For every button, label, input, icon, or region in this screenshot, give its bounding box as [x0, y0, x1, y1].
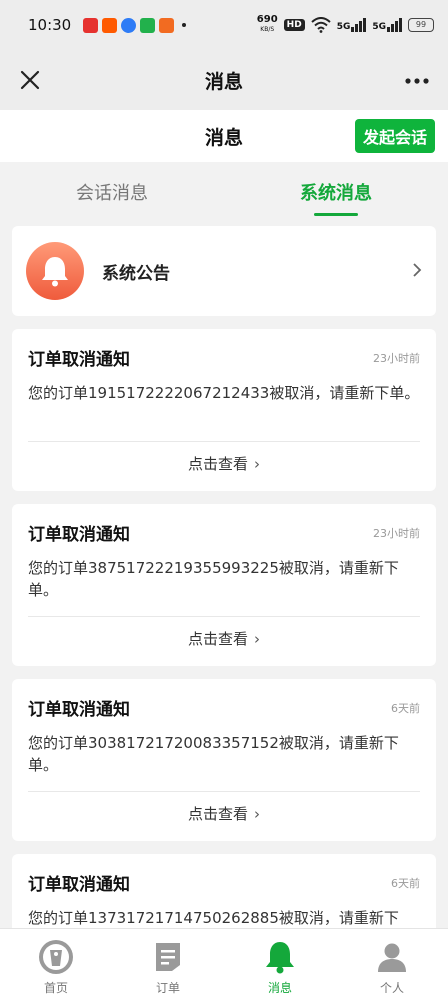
chevron-right-icon: [412, 259, 422, 283]
battery-icon: 99: [408, 18, 434, 32]
signal-icon: 5G: [372, 18, 402, 32]
tab-label: 系统消息: [300, 183, 372, 204]
notice-title: 订单取消通知: [28, 525, 130, 545]
app-notification-icon: [83, 17, 99, 33]
notice-time: 23小时前: [373, 526, 420, 540]
bottom-tab-label: 首页: [43, 981, 68, 995]
top-nav: 消息: [0, 50, 448, 110]
close-icon[interactable]: [14, 64, 46, 96]
status-time: 10:30: [28, 16, 72, 34]
notice-card: 订单取消通知 23小时前 您的订单3875172221935599322​5被取…: [12, 504, 436, 666]
notice-body: 您的订单3038172172008335715​2被取消，请重新下单。: [28, 734, 399, 774]
app-notification-icon: [121, 17, 137, 33]
page-header: 消息 发起会话: [0, 110, 448, 162]
bottom-tab-bar: 首页 订单 消息 个人: [0, 928, 448, 1000]
message-tabs: 会话消息 系统消息: [0, 162, 448, 222]
message-list: 系统公告 订单取消通知 23小时前 您的订单191517222206721243…: [12, 226, 436, 1000]
bottom-tab-label: 订单: [155, 981, 180, 995]
notice-time: 6天前: [391, 701, 420, 715]
hd-badge: HD: [283, 19, 305, 31]
status-app-icons: [83, 17, 187, 33]
view-details-link[interactable]: 点击查看 ›: [12, 628, 436, 649]
bottom-tab-messages[interactable]: 消息: [224, 929, 336, 1000]
taobao-icon: [102, 17, 118, 33]
signal-icon: 5G: [337, 18, 367, 32]
chevron-right-icon: ›: [254, 630, 260, 648]
notice-title: 订单取消通知: [28, 350, 130, 370]
divider: [28, 791, 420, 792]
view-details-link[interactable]: 点击查看 ›: [12, 803, 436, 824]
tab-system-messages[interactable]: 系统消息: [224, 162, 448, 222]
notice-time: 23小时前: [373, 351, 420, 365]
tab-chat-messages[interactable]: 会话消息: [0, 162, 224, 222]
notice-title: 订单取消通知: [28, 875, 130, 895]
notice-time: 6天前: [391, 876, 420, 890]
bottom-tab-orders[interactable]: 订单: [112, 929, 224, 1000]
view-details-link[interactable]: 点击查看 ›: [12, 453, 436, 474]
notice-body: 您的订单1915172222067212433被取消，请重新下单。: [28, 384, 420, 402]
more-icon[interactable]: [404, 66, 430, 92]
chevron-right-icon: ›: [254, 805, 260, 823]
bottom-tab-profile[interactable]: 个人: [336, 929, 448, 1000]
chevron-right-icon: ›: [254, 455, 260, 473]
network-speed-unit: KB/S: [260, 26, 275, 33]
wifi-icon: [311, 17, 331, 33]
nav-title: 消息: [204, 70, 243, 93]
network-speed: 690 KB/S: [257, 15, 278, 35]
active-tab-indicator: [314, 213, 358, 216]
notice-title: 订单取消通知: [28, 700, 130, 720]
app-notification-icon: [140, 17, 156, 33]
announcement-label: 系统公告: [102, 263, 170, 284]
notice-card: 订单取消通知 23小时前 您的订单1915172222067212433被取消，…: [12, 329, 436, 491]
divider: [28, 616, 420, 617]
status-indicators: 690 KB/S HD 5G 5G 99: [257, 15, 434, 35]
divider: [28, 441, 420, 442]
view-details-label: 点击查看: [187, 455, 248, 473]
order-icon: [150, 939, 186, 975]
notice-body: 您的订单3875172221935599322​5被取消，请重新下单。: [28, 559, 399, 599]
bottom-tab-label: 个人: [379, 981, 404, 995]
status-bar: 10:30 690 KB/S HD 5G 5G 99: [0, 0, 448, 50]
bell-icon: [26, 242, 84, 300]
tab-label: 会话消息: [76, 183, 148, 204]
page-title: 消息: [204, 126, 243, 149]
notice-card: 订单取消通知 6天前 您的订单3038172172008335715​2被取消，…: [12, 679, 436, 841]
start-chat-button[interactable]: 发起会话: [354, 119, 435, 153]
bottom-tab-label: 消息: [267, 981, 292, 995]
signal-label: 5G: [372, 22, 386, 32]
system-announcement-item[interactable]: 系统公告: [12, 226, 436, 316]
more-notifications-dot: [182, 23, 187, 27]
view-details-label: 点击查看: [187, 630, 248, 648]
bottom-tab-home[interactable]: 首页: [0, 929, 112, 1000]
view-details-label: 点击查看: [187, 805, 248, 823]
home-icon: [38, 939, 74, 975]
network-speed-value: 690: [256, 14, 278, 25]
signal-label: 5G: [336, 22, 351, 32]
person-icon: [374, 939, 410, 975]
app-notification-icon: [159, 17, 175, 33]
bell-icon: [262, 939, 298, 975]
